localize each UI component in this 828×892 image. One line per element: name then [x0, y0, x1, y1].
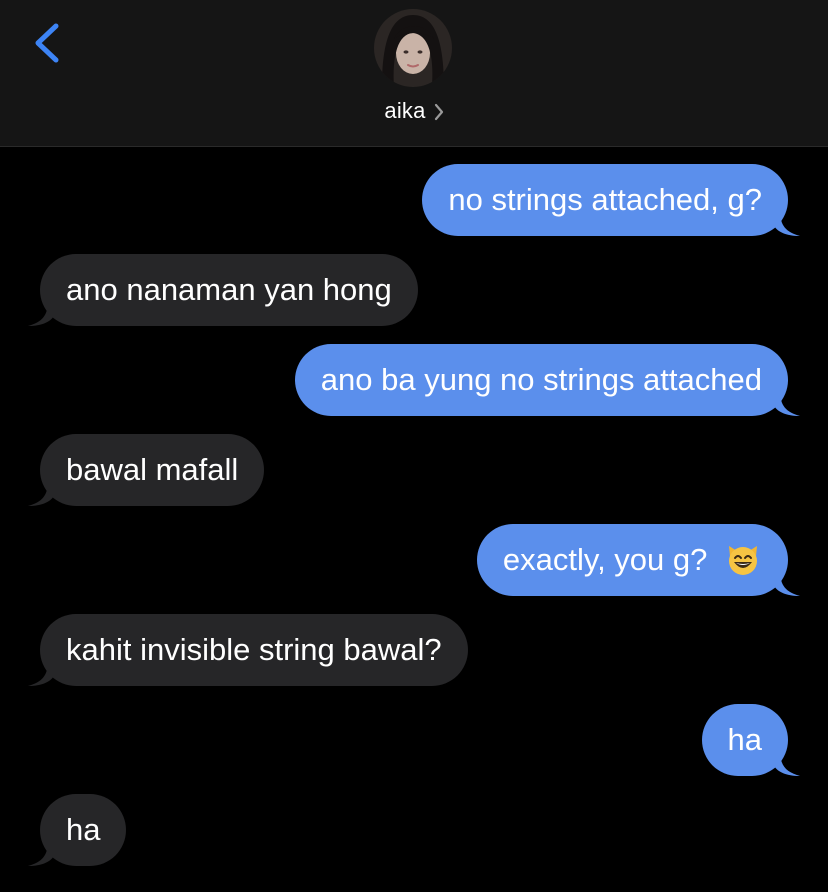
bubble-tail — [774, 570, 800, 596]
message-text: ha — [727, 722, 762, 757]
back-button[interactable] — [30, 22, 64, 64]
message-text: ano nanaman yan hong — [66, 272, 392, 307]
message-bubble-sent[interactable]: exactly, you g? — [476, 524, 800, 596]
avatar[interactable] — [374, 9, 452, 87]
bubble-tail — [28, 480, 54, 506]
message-bubble-received[interactable]: ano nanaman yan hong — [28, 254, 418, 326]
message-text: bawal mafall — [66, 452, 239, 487]
message-bubble-sent[interactable]: no strings attached, g? — [422, 164, 800, 236]
message-text: ha — [66, 812, 101, 847]
message-bubble-received[interactable]: bawal mafall — [28, 434, 265, 506]
bubble-tail — [774, 390, 800, 416]
bubble-tail — [774, 210, 800, 236]
bubble-tail — [774, 750, 800, 776]
bubble-tail — [28, 660, 54, 686]
conversation-header: aika — [0, 0, 828, 147]
grinning-cat-emoji-icon — [729, 545, 757, 575]
message-text: exactly, you g? — [502, 542, 708, 577]
message-bubble-received[interactable]: kahit invisible string bawal? — [28, 614, 468, 686]
contact-name-row[interactable]: aika — [0, 96, 828, 126]
avatar-photo — [374, 9, 452, 87]
contact-name: aika — [384, 98, 426, 123]
message-text: ano ba yung no strings attached — [320, 362, 762, 397]
message-bubble-sent[interactable]: ha — [701, 704, 800, 776]
chevron-left-icon — [35, 23, 59, 63]
message-text: no strings attached, g? — [448, 182, 762, 217]
message-bubble-sent[interactable]: ano ba yung no strings attached — [294, 344, 800, 416]
message-text: kahit invisible string bawal? — [66, 632, 442, 667]
chevron-right-icon — [434, 103, 443, 121]
message-bubble-received[interactable]: ha — [28, 794, 127, 866]
bubble-tail — [28, 300, 54, 326]
bubble-tail — [28, 840, 54, 866]
